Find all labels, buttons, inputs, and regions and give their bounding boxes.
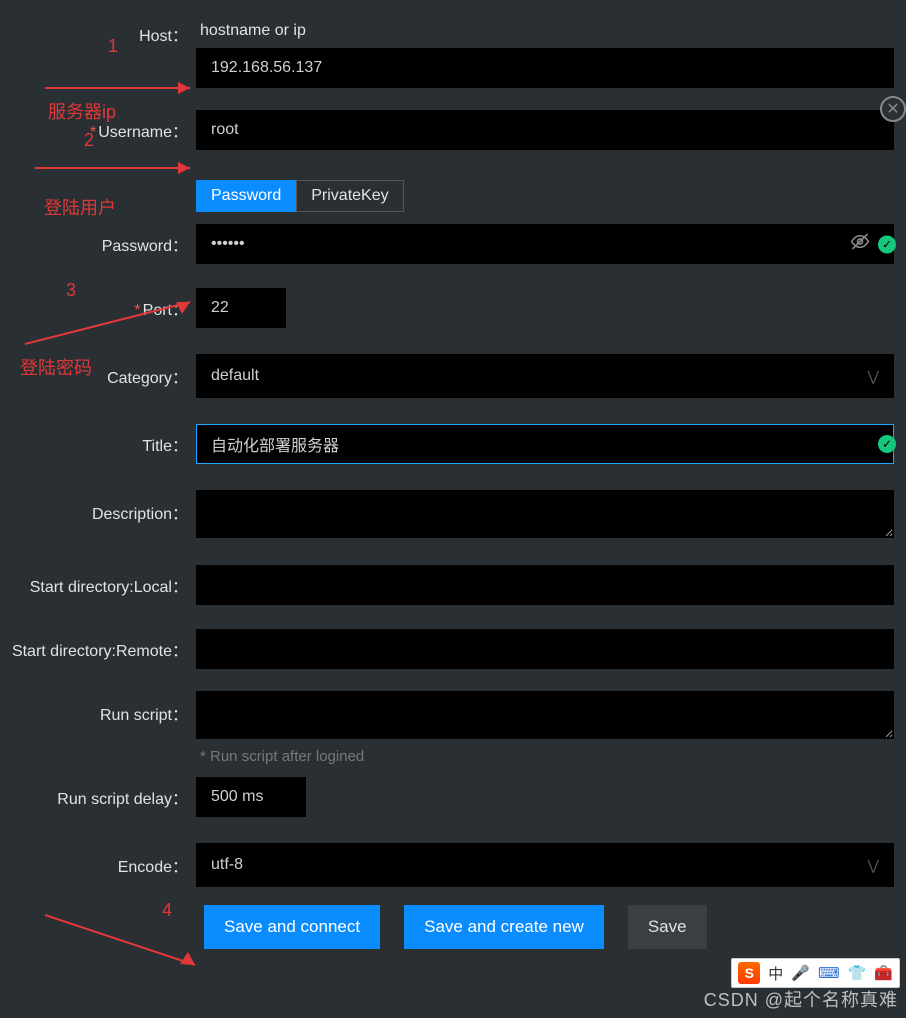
encode-value: utf-8 — [211, 856, 243, 874]
auth-tabs: Password PrivateKey — [196, 180, 894, 212]
watermark-text: CSDN @起个名称真难 — [704, 986, 898, 1012]
save-and-create-new-button[interactable]: Save and create new — [404, 905, 604, 949]
tab-private-key[interactable]: PrivateKey — [296, 180, 403, 212]
title-input[interactable] — [196, 424, 894, 464]
ime-toolbar[interactable]: S 中 🎤 ⌨ 👕 🧰 — [731, 958, 900, 988]
run-script-input[interactable] — [196, 691, 894, 739]
tab-password[interactable]: Password — [196, 180, 296, 212]
encode-select[interactable]: utf-8 ⋁ — [196, 843, 894, 887]
run-script-delay-input[interactable] — [196, 777, 306, 817]
title-label: Title： — [0, 432, 196, 456]
run-script-delay-label: Run script delay： — [0, 785, 196, 809]
category-label: Category： — [0, 364, 196, 388]
start-local-input[interactable] — [196, 565, 894, 605]
chevron-down-icon: ⋁ — [868, 368, 879, 385]
close-icon[interactable]: ✕ — [880, 96, 906, 122]
ime-mic-icon[interactable]: 🎤 — [791, 964, 810, 982]
ime-logo-icon: S — [738, 962, 760, 984]
eye-off-icon[interactable] — [850, 232, 870, 257]
ime-keyboard-icon[interactable]: ⌨ — [818, 964, 840, 982]
password-input[interactable] — [196, 224, 894, 264]
save-and-connect-button[interactable]: Save and connect — [204, 905, 380, 949]
host-label: Host： — [0, 22, 196, 46]
port-input[interactable] — [196, 288, 286, 328]
chevron-down-icon: ⋁ — [868, 857, 879, 874]
host-placeholder-text: hostname or ip — [196, 22, 894, 40]
ime-mode[interactable]: 中 — [768, 963, 783, 984]
connection-form: Host： hostname or ip *Username： Password… — [0, 0, 906, 949]
start-remote-input[interactable] — [196, 629, 894, 669]
port-label: *Port： — [0, 296, 196, 320]
check-icon: ✓ — [878, 435, 896, 453]
start-local-label: Start directory:Local： — [0, 573, 196, 597]
category-select[interactable]: default ⋁ — [196, 354, 894, 398]
ime-toolbox-icon[interactable]: 🧰 — [874, 964, 893, 982]
run-script-hint: * Run script after logined — [196, 748, 894, 765]
description-label: Description： — [0, 490, 196, 524]
check-icon: ✓ — [878, 235, 896, 253]
category-value: default — [211, 367, 259, 385]
username-label: *Username： — [0, 118, 196, 142]
host-input[interactable] — [196, 48, 894, 88]
ime-skin-icon[interactable]: 👕 — [848, 964, 867, 982]
password-label: Password： — [0, 232, 196, 256]
description-input[interactable] — [196, 490, 894, 538]
run-script-label: Run script： — [0, 691, 196, 725]
username-input[interactable] — [196, 110, 894, 150]
button-bar: Save and connect Save and create new Sav… — [204, 905, 906, 949]
save-button[interactable]: Save — [628, 905, 707, 949]
start-remote-label: Start directory:Remote： — [0, 637, 196, 661]
encode-label: Encode： — [0, 853, 196, 877]
